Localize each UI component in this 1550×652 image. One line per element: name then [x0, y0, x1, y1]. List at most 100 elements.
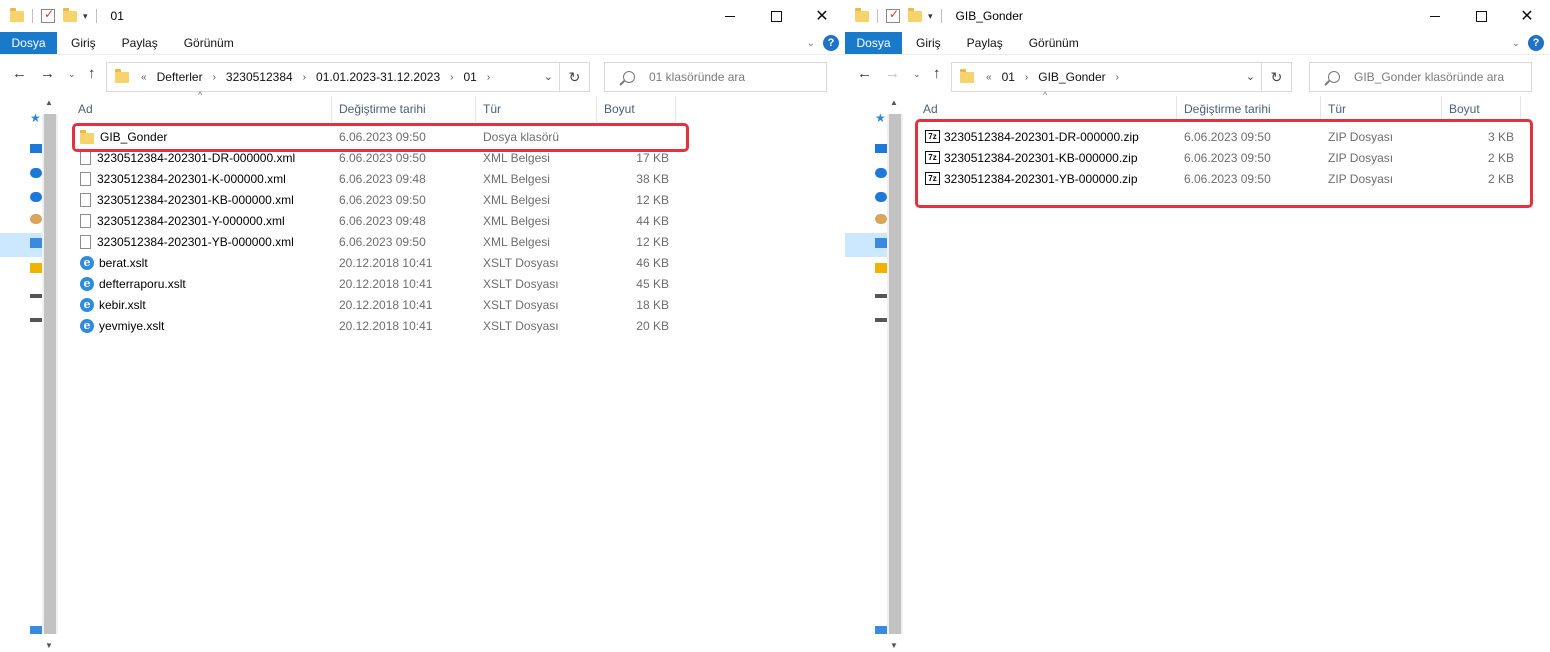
forward-button[interactable]: →	[40, 65, 55, 82]
column-type[interactable]: Tür	[477, 96, 597, 122]
column-size[interactable]: Boyut	[598, 96, 676, 122]
file-name-cell[interactable]: GIB_Gonder	[80, 126, 330, 147]
minimize-button[interactable]	[707, 0, 753, 32]
recent-locations-dropdown-icon[interactable]: ⌄	[68, 69, 76, 80]
drive-icon[interactable]	[875, 294, 887, 298]
quick-access-star-icon[interactable]: ★	[30, 111, 42, 125]
tab-share[interactable]: Paylaş	[110, 32, 170, 54]
file-row[interactable]: 7z 3230512384-202301-KB-000000.zip 6.06.20…	[917, 147, 1550, 168]
address-history-dropdown-icon[interactable]: ⌄	[544, 70, 553, 83]
breadcrumb-separator-icon[interactable]: ›	[1112, 72, 1123, 83]
network-icon[interactable]	[875, 626, 887, 634]
file-name-cell[interactable]: 3230512384-202301-YB-000000.xml	[80, 231, 330, 252]
breadcrumb-item[interactable]: 01	[457, 70, 482, 84]
back-button[interactable]: ←	[857, 65, 872, 82]
help-icon[interactable]: ?	[1528, 35, 1544, 51]
refresh-button[interactable]: ↻	[1261, 63, 1291, 91]
search-input[interactable]: 01 klasöründe ara	[604, 62, 827, 92]
breadcrumb-separator-icon[interactable]: ›	[446, 72, 457, 83]
column-date-modified[interactable]: Değiştirme tarihi	[1178, 96, 1321, 122]
file-name-cell[interactable]: 3230512384-202301-Y-000000.xml	[80, 210, 330, 231]
file-row[interactable]: e yevmiye.xslt 20.12.2018 10:41 XSLT Dosyas…	[72, 315, 845, 336]
file-name-cell[interactable]: 7z 3230512384-202301-KB-000000.zip	[925, 147, 1175, 168]
folder-icon[interactable]	[10, 7, 24, 22]
onedrive-icon[interactable]	[30, 192, 42, 202]
up-button[interactable]: ↑	[933, 65, 941, 82]
close-button[interactable]: ✕	[799, 0, 845, 32]
file-name-cell[interactable]: 3230512384-202301-DR-000000.xml	[80, 147, 330, 168]
this-pc-icon[interactable]	[875, 238, 887, 248]
libraries-icon[interactable]	[30, 263, 42, 273]
quick-access-star-icon[interactable]: ★	[875, 111, 887, 125]
scrollbar-thumb[interactable]	[889, 114, 901, 634]
minimize-button[interactable]	[1412, 0, 1458, 32]
breadcrumb-item[interactable]: GIB_Gonder	[1032, 70, 1111, 84]
breadcrumb-separator-icon[interactable]: ›	[483, 72, 494, 83]
tab-share[interactable]: Paylaş	[955, 32, 1015, 54]
folder-icon[interactable]	[855, 7, 869, 22]
file-row[interactable]: 3230512384-202301-DR-000000.xml 6.06.2023…	[72, 147, 845, 168]
file-row[interactable]: 3230512384-202301-KB-000000.xml 6.06.2023…	[72, 189, 845, 210]
column-size[interactable]: Boyut	[1443, 96, 1521, 122]
file-row[interactable]: 3230512384-202301-K-000000.xml 6.06.2023 …	[72, 168, 845, 189]
back-button[interactable]: ←	[12, 65, 27, 82]
onedrive-icon[interactable]	[30, 168, 42, 178]
onedrive-icon[interactable]	[875, 168, 887, 178]
user-folder-icon[interactable]	[30, 214, 42, 224]
file-row[interactable]: 3230512384-202301-YB-000000.xml 6.06.2023…	[72, 231, 845, 252]
address-bar[interactable]: « Defterler › 3230512384 › 01.01.2023-31…	[106, 62, 590, 92]
column-name[interactable]: Ad	[72, 96, 332, 122]
this-pc-icon[interactable]	[30, 238, 42, 248]
file-row[interactable]: GIB_Gonder 6.06.2023 09:50 Dosya klasörü	[72, 126, 845, 147]
drive-icon[interactable]	[875, 318, 887, 322]
recent-locations-dropdown-icon[interactable]: ⌄	[913, 69, 921, 80]
network-icon[interactable]	[30, 626, 42, 634]
forward-button[interactable]: →	[885, 65, 900, 82]
new-folder-icon[interactable]	[908, 7, 922, 22]
properties-icon[interactable]	[886, 7, 900, 23]
column-date-modified[interactable]: Değiştirme tarihi	[333, 96, 476, 122]
file-row[interactable]: e berat.xslt 20.12.2018 10:41 XSLT Dosyası 4…	[72, 252, 845, 273]
file-name-cell[interactable]: 3230512384-202301-KB-000000.xml	[80, 189, 330, 210]
file-name-cell[interactable]: 7z 3230512384-202301-DR-000000.zip	[925, 126, 1175, 147]
file-row[interactable]: 7z 3230512384-202301-DR-000000.zip 6.06.20…	[917, 126, 1550, 147]
scroll-up-icon[interactable]: ▲	[890, 98, 898, 107]
tab-home[interactable]: Giriş	[904, 32, 953, 54]
scrollbar-thumb[interactable]	[44, 114, 56, 634]
scroll-down-icon[interactable]: ▼	[45, 641, 53, 650]
breadcrumb-item[interactable]: 01.01.2023-31.12.2023	[310, 70, 446, 84]
close-button[interactable]: ✕	[1504, 0, 1550, 32]
file-name-cell[interactable]: e yevmiye.xslt	[80, 315, 330, 336]
file-name-cell[interactable]: e berat.xslt	[80, 252, 330, 273]
breadcrumb-overflow-icon[interactable]: «	[982, 72, 996, 83]
maximize-button[interactable]	[753, 0, 799, 32]
expand-ribbon-chevron-icon[interactable]: ⌄	[807, 38, 815, 49]
libraries-icon[interactable]	[875, 263, 887, 273]
file-row[interactable]: e defterraporu.xslt 20.12.2018 10:41 XSLT D…	[72, 273, 845, 294]
nav-scrollbar[interactable]: ▲ ▼	[887, 96, 903, 652]
nav-scrollbar[interactable]: ▲ ▼	[42, 96, 58, 652]
breadcrumb-item[interactable]: Defterler	[151, 70, 209, 84]
tab-file[interactable]: Dosya	[845, 32, 902, 54]
breadcrumb-item[interactable]: 3230512384	[220, 70, 299, 84]
file-name-cell[interactable]: 3230512384-202301-K-000000.xml	[80, 168, 330, 189]
new-folder-icon[interactable]	[63, 7, 77, 22]
file-name-cell[interactable]: e kebir.xslt	[80, 294, 330, 315]
tab-view[interactable]: Görünüm	[172, 32, 246, 54]
address-bar[interactable]: « 01 › GIB_Gonder › ⌄ ↻	[951, 62, 1292, 92]
properties-icon[interactable]	[41, 7, 55, 23]
expand-ribbon-chevron-icon[interactable]: ⌄	[1512, 38, 1520, 49]
drive-icon[interactable]	[30, 294, 42, 298]
help-icon[interactable]: ?	[823, 35, 839, 51]
tab-file[interactable]: Dosya	[0, 32, 57, 54]
scroll-down-icon[interactable]: ▼	[890, 641, 898, 650]
file-row[interactable]: e kebir.xslt 20.12.2018 10:41 XSLT Dosyası 1…	[72, 294, 845, 315]
breadcrumb-separator-icon[interactable]: ›	[1021, 72, 1032, 83]
up-button[interactable]: ↑	[88, 65, 96, 82]
file-name-cell[interactable]: e defterraporu.xslt	[80, 273, 330, 294]
drive-icon[interactable]	[30, 318, 42, 322]
tab-view[interactable]: Görünüm	[1017, 32, 1091, 54]
customize-toolbar-dropdown-icon[interactable]: ▾	[83, 11, 88, 22]
refresh-button[interactable]: ↻	[559, 63, 589, 91]
column-name[interactable]: Ad	[917, 96, 1177, 122]
